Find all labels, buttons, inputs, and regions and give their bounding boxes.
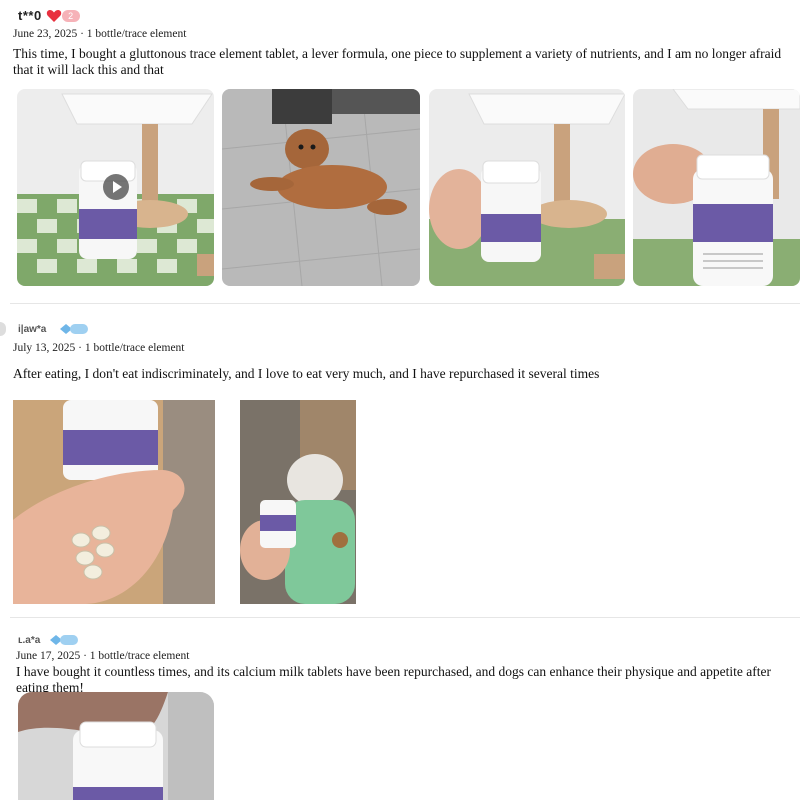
username[interactable]: i|aw*a [18,324,46,335]
review-meta: June 17, 2025 · 1 bottle/trace element [16,650,190,662]
review-photo-bottle-video[interactable] [17,89,214,286]
username[interactable]: ʟ.a*a [18,635,40,646]
review-meta: July 13, 2025 · 1 bottle/trace element [13,342,185,354]
review-user-row: i|aw*a [0,322,89,336]
review-photo-tablets-in-palm[interactable] [13,400,215,604]
avatar[interactable] [0,322,6,336]
review-divider [10,617,800,618]
review-text: After eating, I don't eat indiscriminate… [13,366,600,381]
heart-icon [46,9,62,23]
review-2: i|aw*a July 13, 2025 · 1 bottle/trace el… [0,305,800,615]
review-photo-cat-with-bottle[interactable] [240,400,356,604]
review-3: ʟ.a*a June 17, 2025 · 1 bottle/trace ele… [0,619,800,800]
review-photo-bottle-closeup[interactable] [633,89,800,286]
play-icon[interactable] [103,174,129,200]
review-1: t**0 2 June 23, 2025 · 1 bottle/trace el… [0,0,800,300]
review-user-row: ʟ.a*a [18,634,79,646]
review-photo-dog[interactable] [222,89,420,286]
review-divider [10,303,800,304]
membership-badge-icon [60,323,89,335]
review-photo-bottle-in-hand[interactable] [429,89,625,286]
review-meta: June 23, 2025 · 1 bottle/trace element [13,28,187,40]
review-photo-hand-holding-bottle[interactable] [18,692,214,800]
membership-badge-icon [50,634,79,646]
review-text: This time, I bought a gluttonous trace e… [13,46,782,77]
level-badge: 2 [61,9,80,22]
username[interactable]: t**0 [18,8,42,23]
review-user-row: t**0 2 [18,8,80,23]
